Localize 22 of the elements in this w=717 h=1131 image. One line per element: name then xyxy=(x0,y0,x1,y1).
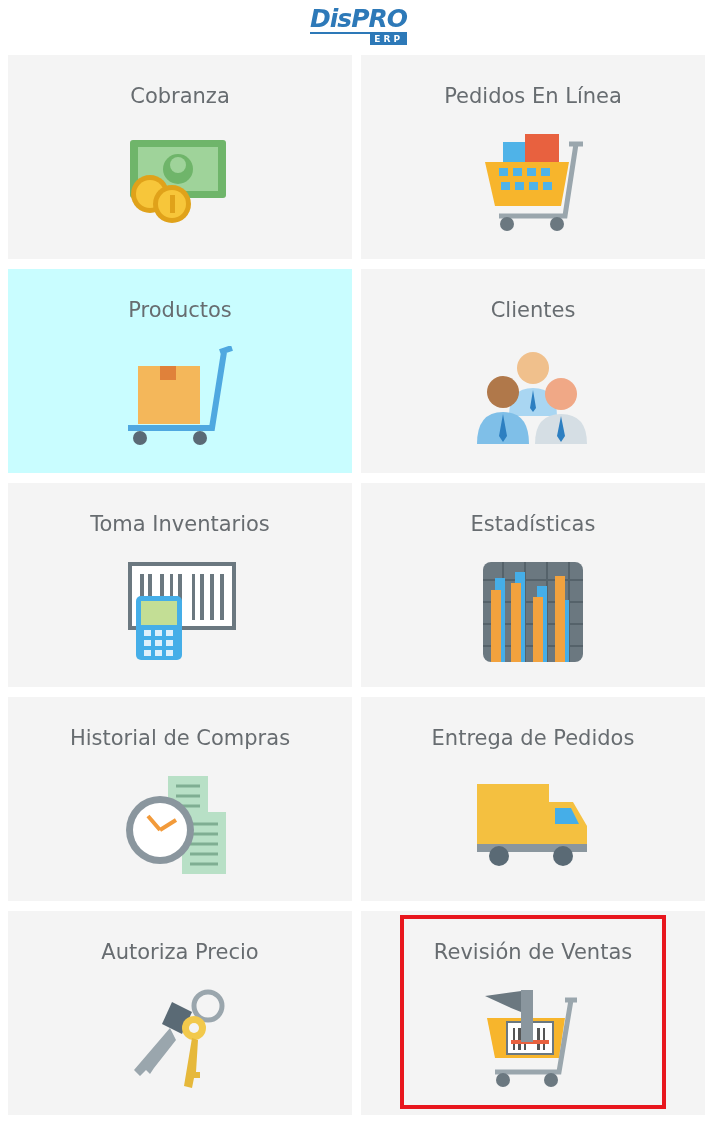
menu-tile[interactable]: Clientes xyxy=(361,269,705,473)
shopping-cart-icon xyxy=(485,134,586,231)
delivery-truck-icon xyxy=(477,784,587,866)
cart-barcode-scanner-icon xyxy=(485,990,580,1087)
logo-subtitle: ERP xyxy=(370,34,407,45)
menu-tile[interactable]: Cobranza xyxy=(8,55,352,259)
keys-icon xyxy=(134,989,225,1088)
menu-tile[interactable]: Productos xyxy=(8,269,352,473)
menu-tile[interactable]: Toma Inventarios xyxy=(8,483,352,687)
menu-tile[interactable]: Revisión de Ventas xyxy=(361,911,705,1115)
menu-tile[interactable]: Autoriza Precio xyxy=(8,911,352,1115)
menu-tile[interactable]: Pedidos En Línea xyxy=(361,55,705,259)
menu-tile[interactable]: Historial de Compras xyxy=(8,697,352,901)
focus-frame: Revisión de Ventas xyxy=(400,915,666,1109)
menu-tile[interactable]: Entrega de Pedidos xyxy=(361,697,705,901)
bar-chart-icon xyxy=(482,561,584,663)
barcode-scanner-icon xyxy=(128,562,236,660)
money-icon xyxy=(130,140,226,223)
hand-truck-icon xyxy=(125,346,235,445)
clock-and-receipts-icon xyxy=(126,776,226,874)
menu-tile[interactable]: Estadísticas xyxy=(361,483,705,687)
people-icon xyxy=(477,352,587,444)
